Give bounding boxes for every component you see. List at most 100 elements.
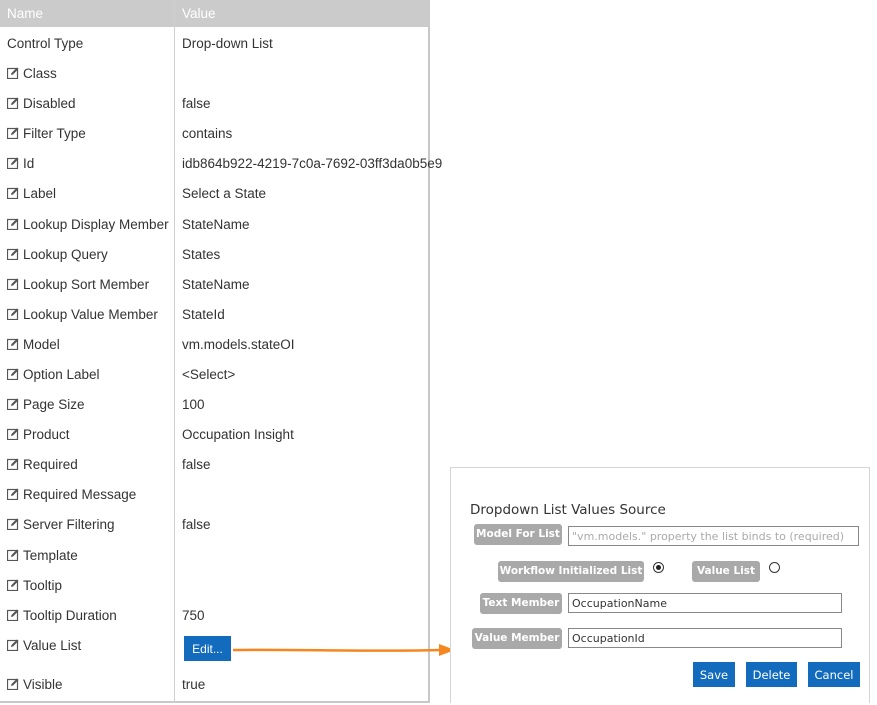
- property-value: StateName: [182, 217, 250, 232]
- name-column-header: Name: [7, 6, 44, 21]
- property-row[interactable]: Tooltip Duration 750: [0, 600, 428, 630]
- property-name: Tooltip Duration: [7, 608, 117, 623]
- text-member-input[interactable]: [568, 593, 842, 613]
- property-value: true: [182, 677, 206, 692]
- property-row[interactable]: Server Filtering false: [0, 509, 428, 539]
- edit-pencil-icon: [7, 307, 23, 322]
- property-name: Id: [7, 156, 34, 171]
- property-value: contains: [182, 126, 233, 141]
- value-list-radio[interactable]: [769, 562, 780, 573]
- property-row[interactable]: Option Label <Select>: [0, 359, 428, 389]
- workflow-initialized-list-label: Workflow Initialized List: [498, 561, 644, 582]
- edit-pencil-icon: [7, 217, 23, 232]
- value-member-label: Value Member: [472, 628, 562, 649]
- edit-pencil-icon: [7, 337, 23, 352]
- dropdown-values-source-dialog: Dropdown List Values Source Model For Li…: [450, 467, 870, 703]
- edit-pencil-icon: [7, 247, 23, 262]
- property-value: Drop-down List: [182, 36, 273, 51]
- property-row[interactable]: Required Message: [0, 479, 428, 509]
- property-name-text: Product: [23, 427, 70, 442]
- arrow-connector-icon: [233, 644, 455, 656]
- property-name-text: Visible: [23, 677, 63, 692]
- model-for-list-label: Model For List: [474, 524, 562, 545]
- save-button[interactable]: Save: [693, 662, 735, 687]
- delete-button[interactable]: Delete: [746, 662, 797, 687]
- edit-pencil-icon: [7, 66, 23, 81]
- edit-pencil-icon: [7, 367, 23, 382]
- property-row[interactable]: Filter Type contains: [0, 118, 428, 148]
- property-name: Page Size: [7, 397, 85, 412]
- property-name: Required Message: [7, 487, 136, 502]
- property-value: 100: [182, 397, 205, 412]
- workflow-initialized-list-radio[interactable]: [653, 562, 664, 573]
- property-name-text: Filter Type: [23, 126, 86, 141]
- value-column-header: Value: [182, 6, 216, 21]
- property-name-text: Required: [23, 457, 78, 472]
- property-name: Lookup Value Member: [7, 307, 158, 322]
- property-value: vm.models.stateOI: [182, 337, 295, 352]
- property-name: Control Type: [7, 36, 83, 51]
- property-name-text: Lookup Display Member: [23, 217, 169, 232]
- edit-pencil-icon: [7, 457, 23, 472]
- property-row[interactable]: Template: [0, 540, 428, 570]
- property-row[interactable]: Label Select a State: [0, 178, 428, 208]
- text-member-label: Text Member: [480, 593, 562, 614]
- property-row[interactable]: Lookup Value Member StateId: [0, 299, 428, 329]
- property-row[interactable]: Class: [0, 58, 428, 88]
- edit-pencil-icon: [7, 578, 23, 593]
- property-value: false: [182, 457, 211, 472]
- property-name: Model: [7, 337, 60, 352]
- property-row[interactable]: Lookup Display Member StateName: [0, 209, 428, 239]
- property-name-text: Label: [23, 186, 57, 201]
- edit-pencil-icon: [7, 487, 23, 502]
- property-row[interactable]: Product Occupation Insight: [0, 419, 428, 449]
- property-name: Option Label: [7, 367, 100, 382]
- property-row[interactable]: Lookup Query States: [0, 239, 428, 269]
- property-value: false: [182, 517, 211, 532]
- property-name-text: Page Size: [23, 397, 85, 412]
- edit-pencil-icon: [7, 517, 23, 532]
- property-name: Value List: [7, 638, 81, 653]
- property-row[interactable]: Required false: [0, 449, 428, 479]
- cancel-button[interactable]: Cancel: [808, 662, 860, 687]
- value-member-input[interactable]: [568, 628, 842, 648]
- property-value: <Select>: [182, 367, 236, 382]
- property-value: Occupation Insight: [182, 427, 294, 442]
- edit-pencil-icon: [7, 638, 23, 653]
- property-row[interactable]: Model vm.models.stateOI: [0, 329, 428, 359]
- model-for-list-input[interactable]: [568, 526, 859, 546]
- property-name-text: Lookup Query: [23, 247, 108, 262]
- property-name: Tooltip: [7, 578, 62, 593]
- edit-pencil-icon: [7, 427, 23, 442]
- property-value: StateId: [182, 307, 225, 322]
- edit-pencil-icon: [7, 277, 23, 292]
- property-name-text: Lookup Value Member: [23, 307, 158, 322]
- property-name: Lookup Display Member: [7, 217, 169, 232]
- property-value: idb864b922-4219-7c0a-7692-03ff3da0b5e9: [182, 156, 443, 171]
- grid-header: Name Value: [0, 0, 430, 27]
- property-row[interactable]: Disabled false: [0, 88, 428, 118]
- property-row[interactable]: Visible true: [0, 669, 428, 699]
- property-name: Required: [7, 457, 78, 472]
- property-value: States: [182, 247, 221, 262]
- value-list-edit-button[interactable]: Edit...: [184, 636, 231, 661]
- value-list-label: Value List: [692, 561, 760, 582]
- property-name-text: Template: [23, 548, 78, 563]
- property-name: Server Filtering: [7, 517, 115, 532]
- property-name: Filter Type: [7, 126, 86, 141]
- property-name-text: Id: [23, 156, 35, 171]
- property-row[interactable]: Id idb864b922-4219-7c0a-7692-03ff3da0b5e9: [0, 148, 442, 178]
- edit-pencil-icon: [7, 156, 23, 171]
- edit-pencil-icon: [7, 126, 23, 141]
- property-row[interactable]: Tooltip: [0, 570, 428, 600]
- property-row[interactable]: Page Size 100: [0, 389, 428, 419]
- property-name: Disabled: [7, 96, 76, 111]
- property-row[interactable]: Control Type Drop-down List: [0, 28, 428, 58]
- property-name: Visible: [7, 677, 63, 692]
- property-name-text: Server Filtering: [23, 517, 115, 532]
- property-name-text: Option Label: [23, 367, 100, 382]
- property-value: Select a State: [182, 186, 267, 201]
- property-row[interactable]: Lookup Sort Member StateName: [0, 269, 428, 299]
- edit-pencil-icon: [7, 677, 23, 692]
- edit-pencil-icon: [7, 608, 23, 623]
